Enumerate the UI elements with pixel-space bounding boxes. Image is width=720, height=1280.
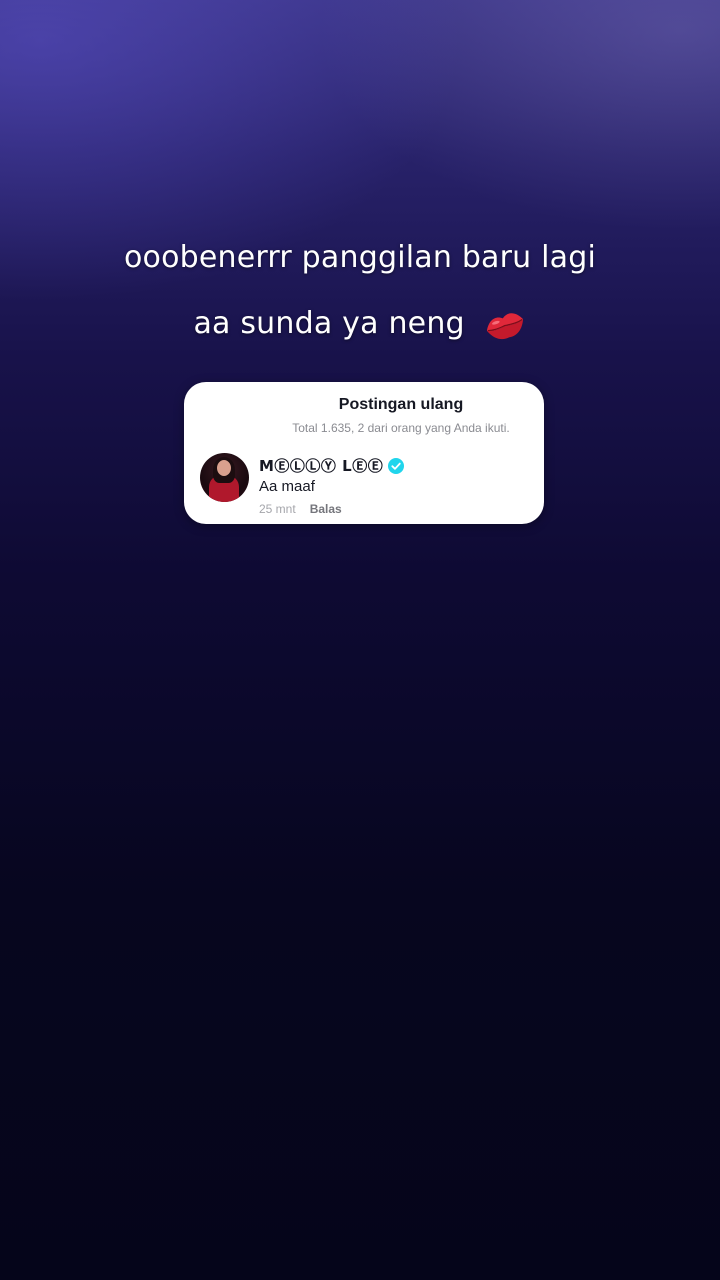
card-subtitle: Total 1.635, 2 dari orang yang Anda ikut…	[292, 421, 510, 435]
avatar-head	[217, 460, 231, 476]
username[interactable]: MⒺⓁⓁⓎ LⒺⒺ	[259, 455, 383, 476]
background-glow	[0, 0, 720, 1280]
avatar[interactable]	[200, 453, 249, 502]
username-row: MⒺⓁⓁⓎ LⒺⒺ	[259, 455, 405, 476]
lips-kiss-icon	[486, 312, 523, 339]
comment-meta: 25 mnt Balas	[259, 502, 342, 516]
card-title: Postingan ulang	[338, 396, 464, 413]
caption-line-1: ooobenerrr panggilan baru lagi	[0, 240, 720, 275]
repost-comment-card[interactable]: Postingan ulang Total 1.635, 2 dari oran…	[184, 382, 544, 524]
comment-text: Aa maaf	[259, 478, 315, 495]
verified-badge-icon	[388, 457, 405, 474]
comment-time: 25 mnt	[259, 502, 296, 516]
caption-line-2: aa sunda ya neng	[0, 306, 720, 343]
caption-text-1: ooobenerrr panggilan baru lagi	[123, 240, 597, 275]
reply-button[interactable]: Balas	[310, 502, 342, 516]
caption-text-2: aa sunda ya neng	[193, 306, 465, 341]
